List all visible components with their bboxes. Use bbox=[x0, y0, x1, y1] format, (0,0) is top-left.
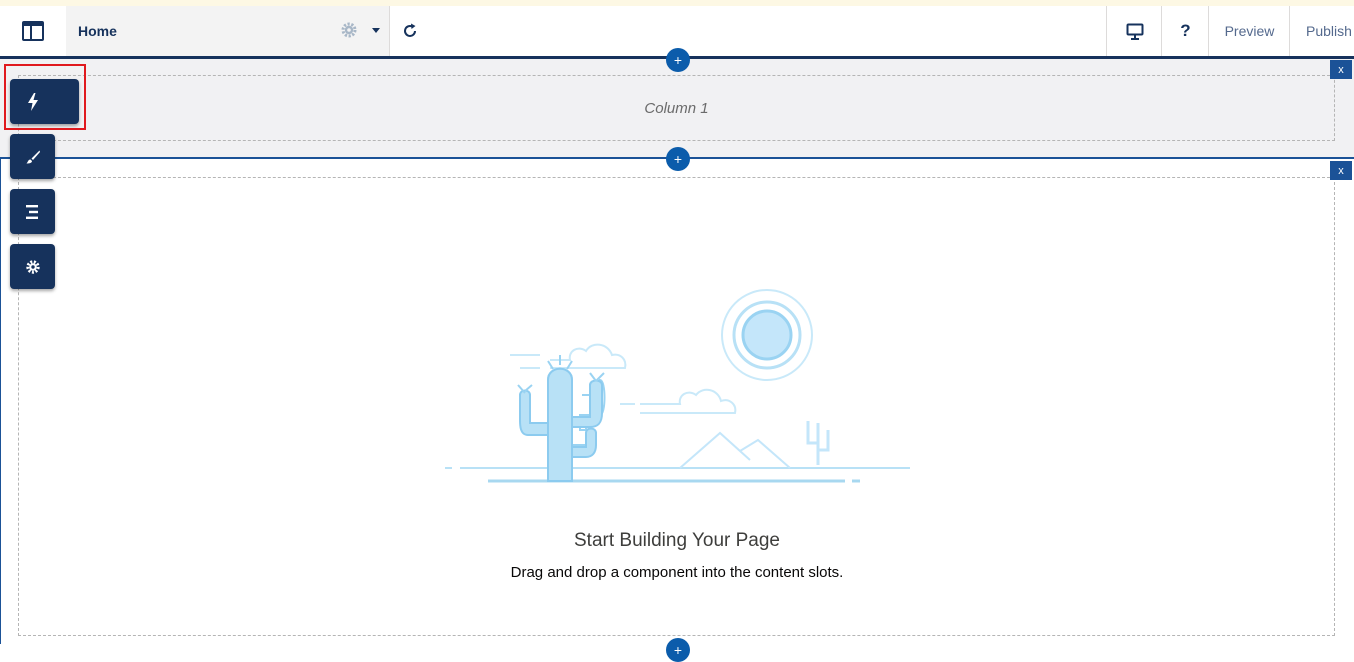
add-section-button[interactable]: + bbox=[666, 48, 690, 72]
page-selector[interactable]: Home bbox=[66, 6, 390, 56]
empty-state-subtitle: Drag and drop a component into the conte… bbox=[510, 564, 844, 581]
help-button[interactable]: ? bbox=[1161, 6, 1209, 56]
preview-button[interactable]: Preview bbox=[1208, 6, 1290, 56]
paintbrush-icon bbox=[26, 150, 40, 163]
remove-section-button[interactable]: x bbox=[1330, 60, 1352, 79]
add-section-button[interactable]: + bbox=[666, 638, 690, 662]
add-section-button[interactable]: + bbox=[666, 147, 690, 171]
theme-button[interactable] bbox=[10, 134, 55, 179]
page-structure-icon bbox=[25, 204, 38, 219]
components-panel-toggle[interactable] bbox=[0, 6, 67, 56]
layout-icon bbox=[22, 21, 44, 41]
gear-icon[interactable] bbox=[340, 21, 358, 39]
refresh-button[interactable] bbox=[390, 6, 430, 56]
selection-highlight bbox=[4, 64, 86, 130]
remove-section-button[interactable]: x bbox=[1330, 161, 1352, 180]
section-region-1[interactable]: Column 1 bbox=[0, 59, 1354, 159]
column-slot[interactable]: Column 1 bbox=[18, 75, 1335, 141]
empty-state-title: Start Building Your Page bbox=[574, 530, 780, 551]
settings-button[interactable] bbox=[10, 244, 55, 289]
desert-illustration bbox=[445, 289, 910, 483]
column-label: Column 1 bbox=[644, 99, 709, 117]
page-name: Home bbox=[78, 23, 117, 39]
chevron-down-icon[interactable] bbox=[371, 28, 381, 34]
refresh-icon bbox=[404, 23, 416, 37]
gear-icon bbox=[25, 259, 40, 274]
device-view-button[interactable] bbox=[1106, 6, 1162, 56]
page-structure-button[interactable] bbox=[10, 189, 55, 234]
desktop-icon bbox=[1126, 23, 1143, 40]
publish-button[interactable]: Publish bbox=[1289, 6, 1354, 56]
